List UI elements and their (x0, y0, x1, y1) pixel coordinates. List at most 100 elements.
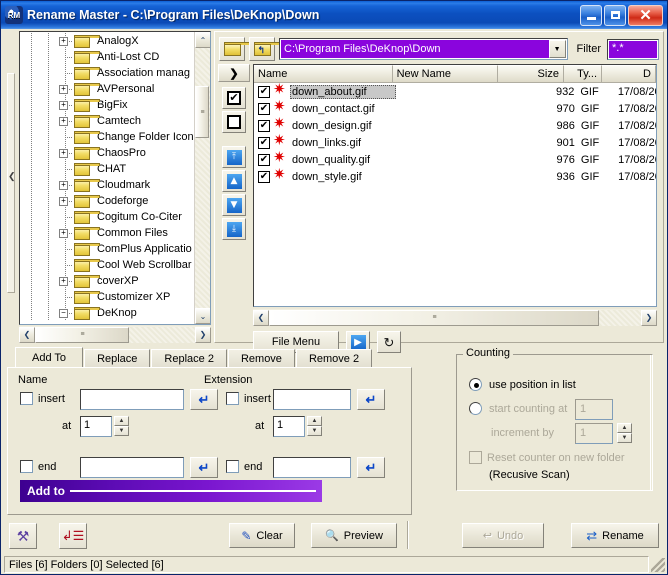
tree-item[interactable]: + Codeforge (20, 193, 195, 209)
tab-replace[interactable]: Replace (84, 349, 151, 368)
tree-item[interactable]: + Camtech (20, 113, 195, 129)
table-row[interactable]: ✔ down_style.gif 936 GIF 17/08/20 (254, 167, 656, 185)
tree-hscroll-track[interactable]: ≡ (35, 326, 195, 343)
name-end-checkbox[interactable] (20, 460, 33, 473)
row-name[interactable]: down_about.gif (290, 84, 396, 99)
start-counting-input[interactable]: 1 (575, 399, 613, 420)
row-name[interactable]: down_quality.gif (290, 154, 397, 166)
column-header[interactable]: New Name (392, 65, 498, 83)
clear-button[interactable]: ✎ Clear (229, 523, 295, 548)
tree-scroll-up-button[interactable]: ⌃ (195, 32, 210, 48)
ext-at-value[interactable]: 1 (273, 416, 305, 437)
start-counting-radio-row[interactable]: start counting at (469, 402, 567, 415)
name-at-spin-up[interactable]: ▲ (114, 416, 129, 426)
tree-vertical-scrollbar[interactable]: ⌃ ≡ ⌄ (194, 32, 210, 324)
tree-hscroll-left-button[interactable]: ❮ (19, 326, 35, 343)
list-hscroll-thumb[interactable]: ≡ (269, 309, 599, 326)
ext-at-spinner[interactable]: 1 ▲ ▼ (273, 416, 322, 437)
preview-button[interactable]: 🔍 Preview (311, 523, 397, 548)
name-at-spin-down[interactable]: ▼ (114, 426, 129, 436)
ext-end-enter-button[interactable]: ↵ (357, 457, 385, 478)
tree-item[interactable]: CHAT (20, 161, 195, 177)
path-dropdown-button[interactable]: ▼ (548, 40, 566, 58)
column-header[interactable]: Size (497, 65, 564, 83)
tree-horizontal-scrollbar[interactable]: ❮ ≡ ❯ (19, 326, 211, 343)
tree-item[interactable]: Association manag (20, 65, 195, 81)
rename-button[interactable]: ⇄ Rename (571, 523, 659, 548)
tree-item[interactable]: Cool Web Scrollbar (20, 257, 195, 273)
ext-end-checkbox-row[interactable]: end (226, 460, 262, 473)
tree-item[interactable]: Customizer XP (20, 289, 195, 305)
row-checkbox[interactable]: ✔ (258, 170, 270, 183)
ext-end-checkbox[interactable] (226, 460, 239, 473)
maximize-button[interactable] (604, 4, 626, 26)
table-row[interactable]: ✔ down_about.gif 932 GIF 17/08/20 (254, 82, 656, 100)
name-insert-checkbox[interactable] (20, 392, 33, 405)
close-button[interactable]: ✕ (628, 4, 663, 26)
tab-replace-2[interactable]: Replace 2 (151, 349, 227, 368)
tree-item[interactable]: Change Folder Icon (20, 129, 195, 145)
name-at-spin-arrows[interactable]: ▲ ▼ (114, 416, 129, 437)
tools-button[interactable]: ⚒ (9, 523, 37, 549)
move-up-button[interactable]: ▲ (222, 170, 246, 192)
name-insert-checkbox-row[interactable]: insert (20, 392, 65, 405)
table-row[interactable]: ✔ down_links.gif 901 GIF 17/08/20 (254, 133, 656, 151)
row-checkbox[interactable]: ✔ (258, 85, 270, 98)
increment-by-input[interactable]: 1 (575, 423, 613, 444)
name-end-input[interactable] (80, 457, 184, 478)
undo-button[interactable]: ↩ Undo (462, 523, 544, 548)
tree-expander-icon[interactable]: + (59, 117, 68, 126)
ext-insert-checkbox-row[interactable]: insert (226, 392, 271, 405)
check-all-button[interactable]: ✔ (222, 87, 246, 109)
tree-expander-icon[interactable]: + (59, 181, 68, 190)
use-position-radio[interactable] (469, 378, 482, 391)
ext-at-spin-arrows[interactable]: ▲ ▼ (307, 416, 322, 437)
ext-insert-enter-button[interactable]: ↵ (357, 389, 385, 410)
row-name[interactable]: down_design.gif (290, 120, 397, 132)
row-name[interactable]: down_contact.gif (290, 103, 397, 115)
name-insert-enter-button[interactable]: ↵ (190, 389, 218, 410)
name-at-value[interactable]: 1 (80, 416, 112, 437)
folder-tree[interactable]: + AnalogX Anti-Lost CD Association manag + AV… (19, 31, 211, 325)
column-header[interactable]: D (602, 65, 656, 83)
minimize-button[interactable] (580, 4, 602, 26)
table-row[interactable]: ✔ down_quality.gif 976 GIF 17/08/20 (254, 150, 656, 168)
use-position-radio-row[interactable]: use position in list (469, 378, 576, 391)
row-name[interactable]: down_links.gif (290, 137, 397, 149)
move-down-button[interactable]: ▼ (222, 194, 246, 216)
ext-insert-checkbox[interactable] (226, 392, 239, 405)
ext-end-input[interactable] (273, 457, 351, 478)
table-row[interactable]: ✔ down_design.gif 986 GIF 17/08/20 (254, 116, 656, 134)
filter-input[interactable]: *.* (607, 38, 659, 60)
tree-item[interactable]: + coverXP (20, 273, 195, 289)
tree-scroll-down-button[interactable]: ⌄ (195, 308, 210, 324)
splitter-grip[interactable] (7, 73, 15, 293)
tree-hscroll-thumb[interactable]: ≡ (35, 326, 129, 343)
tree-expander-icon[interactable]: + (59, 85, 68, 94)
ext-insert-input[interactable] (273, 389, 351, 410)
tree-scroll-thumb[interactable]: ≡ (195, 86, 209, 138)
increment-spin-up[interactable]: ▲ (617, 423, 632, 433)
tab-remove[interactable]: Remove (227, 349, 295, 368)
uncheck-all-button[interactable] (222, 111, 246, 133)
list-horizontal-scrollbar[interactable]: ❮ ≡ ❯ (253, 309, 657, 326)
start-counting-radio[interactable] (469, 402, 482, 415)
path-combobox[interactable]: C:\Program Files\DeKnop\Down ▼ (279, 38, 568, 60)
ext-at-spin-down[interactable]: ▼ (307, 426, 322, 436)
tab-add-to[interactable]: Add To (15, 347, 84, 368)
move-to-top-button[interactable]: ⤒ (222, 146, 246, 168)
tree-item[interactable]: + Cloudmark (20, 177, 195, 193)
tree-expander-icon[interactable]: + (59, 149, 68, 158)
row-checkbox[interactable]: ✔ (258, 119, 270, 132)
list-hscroll-right-button[interactable]: ❯ (641, 309, 657, 326)
tree-item[interactable]: + Common Files (20, 225, 195, 241)
increment-spin-down[interactable]: ▼ (617, 433, 632, 443)
tree-expander-icon[interactable]: + (59, 229, 68, 238)
file-list[interactable]: NameNew NameSizeTy...D ✔ down_about.gif 93… (253, 64, 657, 307)
move-to-bottom-button[interactable]: ⤓ (222, 218, 246, 240)
tree-item[interactable]: Anti-Lost CD (20, 49, 195, 65)
tree-item[interactable]: − DeKnop (20, 305, 195, 321)
reset-counter-checkbox-row[interactable]: Reset counter on new folder (469, 451, 625, 464)
parent-folder-button[interactable]: ↰ (249, 37, 280, 61)
increment-spinner[interactable]: ▲ ▼ (615, 423, 632, 443)
